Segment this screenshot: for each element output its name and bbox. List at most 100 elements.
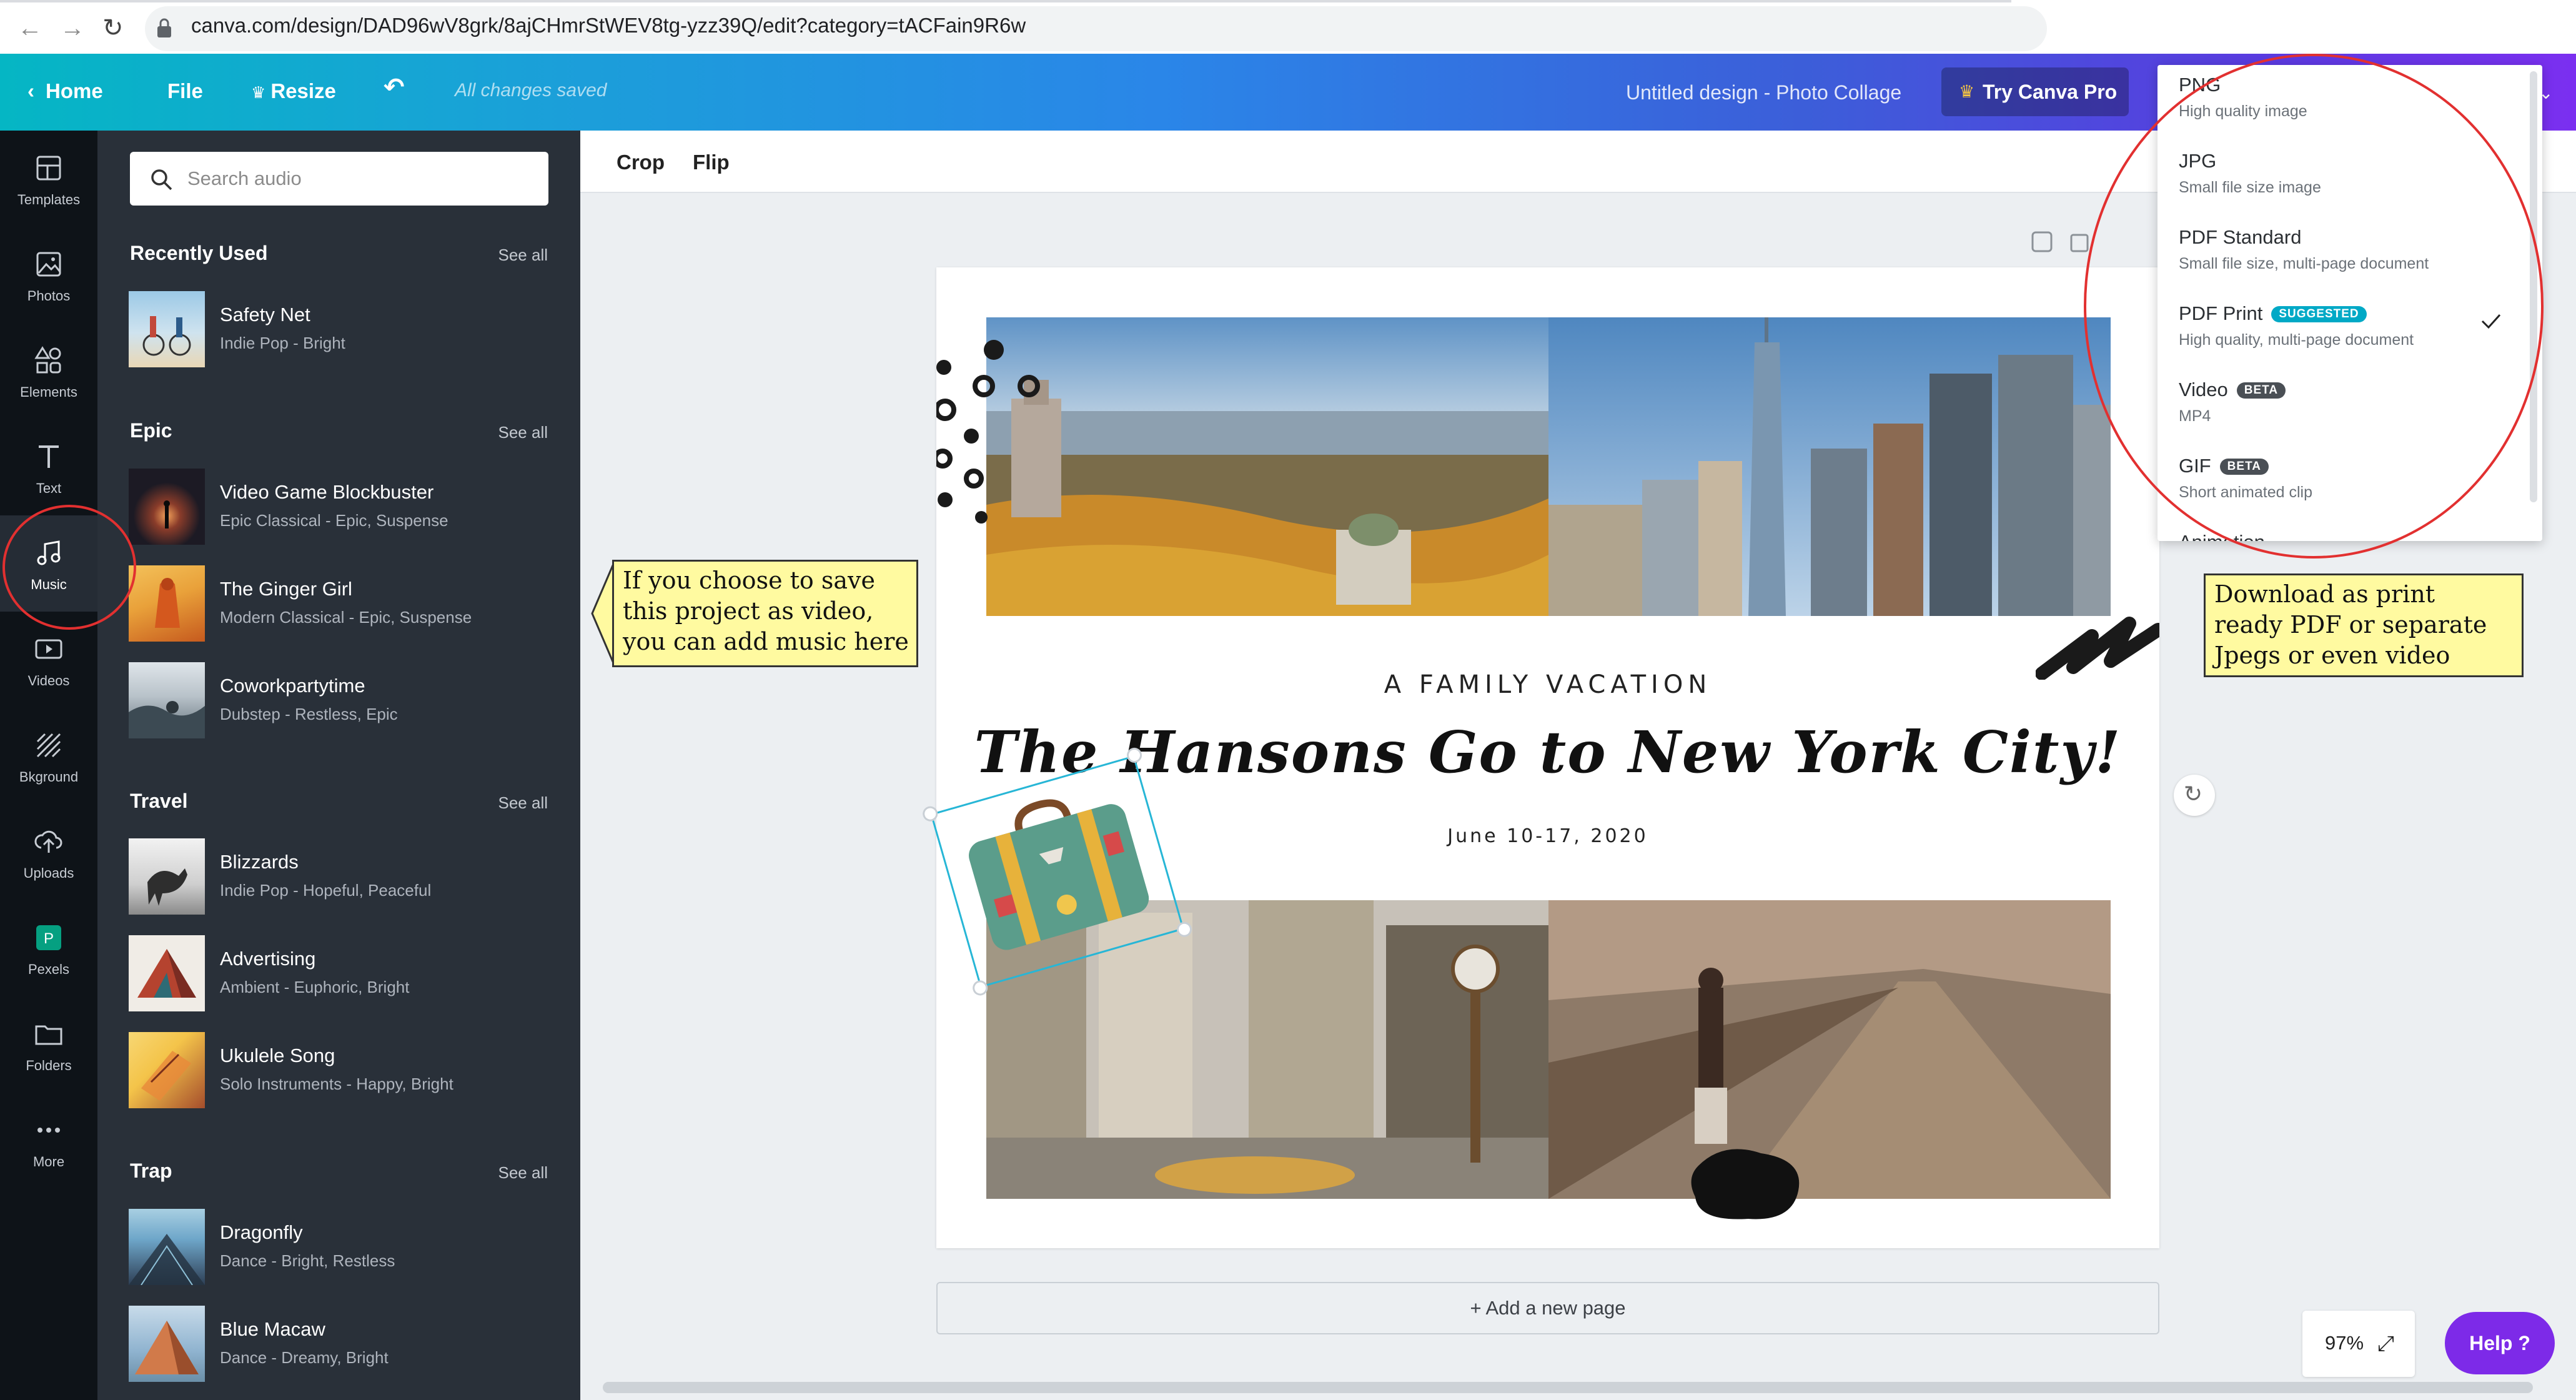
home-button[interactable]: ‹ Home [27,79,103,104]
format-option-gif[interactable]: GIF BETA Short animated clip [2157,446,2520,522]
track-genre: Solo Instruments - Happy, Bright [220,1075,453,1093]
videos-icon [35,639,62,659]
see-all-link[interactable]: See all [498,1163,548,1183]
design-page[interactable]: A FAMILY VACATION The Hansons Go to New … [921,267,2159,1248]
try-pro-label: Try Canva Pro [1983,81,2118,103]
format-option-pdf-print[interactable]: PDF Print SUGGESTED High quality, multi-p… [2157,294,2520,370]
search-icon [151,169,172,191]
track-thumbnail [129,565,205,642]
track-item[interactable]: Blizzards Indie Pop - Hopeful, Peaceful [129,838,553,916]
see-all-link[interactable]: See all [498,246,548,265]
format-option-jpg[interactable]: JPG Small file size image [2157,141,2520,217]
track-name: Dragonfly [220,1221,303,1243]
format-name-row: PDF Print SUGGESTED [2179,302,2367,325]
zoom-control[interactable]: 97% ⤢ [2302,1311,2415,1377]
track-genre: Dance - Bright, Restless [220,1251,395,1270]
nav-uploads[interactable]: Uploads [0,804,97,900]
lock-icon [157,18,171,37]
nav-templates[interactable]: Templates [0,131,97,227]
nav-folders[interactable]: Folders [0,996,97,1093]
track-item[interactable]: Safety Net Indie Pop - Bright [129,291,553,369]
horizontal-scrollbar[interactable] [603,1382,2533,1393]
document-title[interactable]: Untitled design - Photo Collage [1626,81,1901,104]
track-item[interactable]: Ukulele Song Solo Instruments - Happy, B… [129,1032,553,1110]
annotation-music-note: If you choose to save this project as vi… [612,560,918,667]
track-genre: Dubstep - Restless, Epic [220,705,398,723]
note-line: you can add music here [623,628,909,655]
search-box[interactable] [130,152,548,206]
file-menu-button[interactable]: File [167,79,203,104]
track-thumbnail [129,935,205,1011]
track-item[interactable]: Advertising Ambient - Euphoric, Bright [129,935,553,1013]
track-name: Blue Macaw [220,1318,325,1340]
note-icon[interactable] [2031,231,2053,252]
resize-button[interactable]: ♛ Resize [251,79,336,105]
zoom-level[interactable]: 97% [2325,1332,2364,1354]
forward-arrow-icon[interactable]: → [60,14,85,42]
track-name: The Ginger Girl [220,578,352,600]
fullscreen-icon[interactable]: ⤢ [2377,1332,2394,1356]
photo-city-aerial[interactable] [986,317,1548,616]
format-name: Video [2179,379,2228,400]
nav-photos[interactable]: Photos [0,227,97,323]
track-genre: Ambient - Euphoric, Bright [220,978,410,996]
reload-icon[interactable]: ↻ [102,14,124,42]
search-audio-input[interactable] [187,166,537,192]
track-thumbnail [129,838,205,915]
nav-background[interactable]: Bkground [0,708,97,804]
duplicate-page-icon[interactable] [2070,234,2089,252]
track-item[interactable]: The Ginger Girl Modern Classical - Epic,… [129,565,553,643]
track-thumbnail [129,1032,205,1108]
track-thumbnail [129,662,205,738]
flip-button[interactable]: Flip [693,151,730,174]
ink-blot-decoration[interactable] [1686,1141,1811,1228]
track-item[interactable]: Dragonfly Dance - Bright, Restless [129,1209,553,1286]
see-all-link[interactable]: See all [498,423,548,442]
format-option-video[interactable]: Video BETA MP4 [2157,370,2520,446]
back-arrow-icon[interactable]: ← [17,14,42,42]
format-option-pdf-standard[interactable]: PDF Standard Small file size, multi-page… [2157,217,2520,294]
suggested-badge: SUGGESTED [2271,306,2367,322]
format-name: PDF Print [2179,302,2263,324]
format-name: Animation [2179,531,2265,541]
rotate-handle[interactable]: ↻ [2174,775,2215,816]
add-new-page-button[interactable]: + Add a new page [936,1282,2159,1334]
track-name: Safety Net [220,304,310,325]
track-item[interactable]: Video Game Blockbuster Epic Classical - … [129,469,553,546]
crop-button[interactable]: Crop [617,151,665,174]
note-line: Download as print [2214,580,2435,608]
see-all-link[interactable]: See all [498,793,548,813]
url-text[interactable]: canva.com/design/DAD96wV8grk/8ajCHmrStWE… [191,14,1026,37]
folders-icon [35,1025,62,1045]
format-option-animation[interactable]: Animation [2157,522,2520,541]
menu-scrollbar[interactable] [2530,71,2537,502]
format-name: PNG [2179,74,2221,96]
format-description: Small file size image [2179,179,2321,196]
browser-toolbar: ← → ↻ canva.com/design/DAD96wV8grk/8ajCH… [0,0,2576,56]
nav-more[interactable]: More [0,1093,97,1189]
try-canva-pro-button[interactable]: ♛ Try Canva Pro [1941,67,2129,116]
format-option-png[interactable]: PNG High quality image [2157,65,2520,141]
music-icon [37,540,61,565]
nav-text[interactable]: Text [0,419,97,515]
audio-panel: Recently Used See all Safety Net Indie P… [97,131,605,1400]
track-item[interactable]: Blue Macaw Dance - Dreamy, Bright [129,1306,553,1383]
photo-skyline[interactable] [1548,317,2111,616]
nav-videos[interactable]: Videos [0,612,97,708]
svg-text:P: P [44,930,54,947]
undo-icon[interactable]: ↶ [384,75,405,100]
photo-bridge[interactable] [1548,900,2111,1199]
nav-elements[interactable]: Elements [0,323,97,419]
doodle-dots-decoration[interactable] [936,336,1043,536]
format-description: High quality image [2179,102,2307,120]
section-title: Trap [130,1159,172,1182]
nav-label: Music [31,577,67,592]
brush-stroke-decoration[interactable] [2036,611,2159,680]
checkmark-icon [2481,314,2501,329]
autosave-status: All changes saved [455,80,607,101]
design-kicker-text[interactable]: A FAMILY VACATION [936,670,2159,699]
help-button[interactable]: Help ? [2445,1312,2555,1374]
track-item[interactable]: Coworkpartytime Dubstep - Restless, Epic [129,662,553,740]
nav-pexels[interactable]: P Pexels [0,900,97,996]
nav-music[interactable]: Music [0,515,97,612]
